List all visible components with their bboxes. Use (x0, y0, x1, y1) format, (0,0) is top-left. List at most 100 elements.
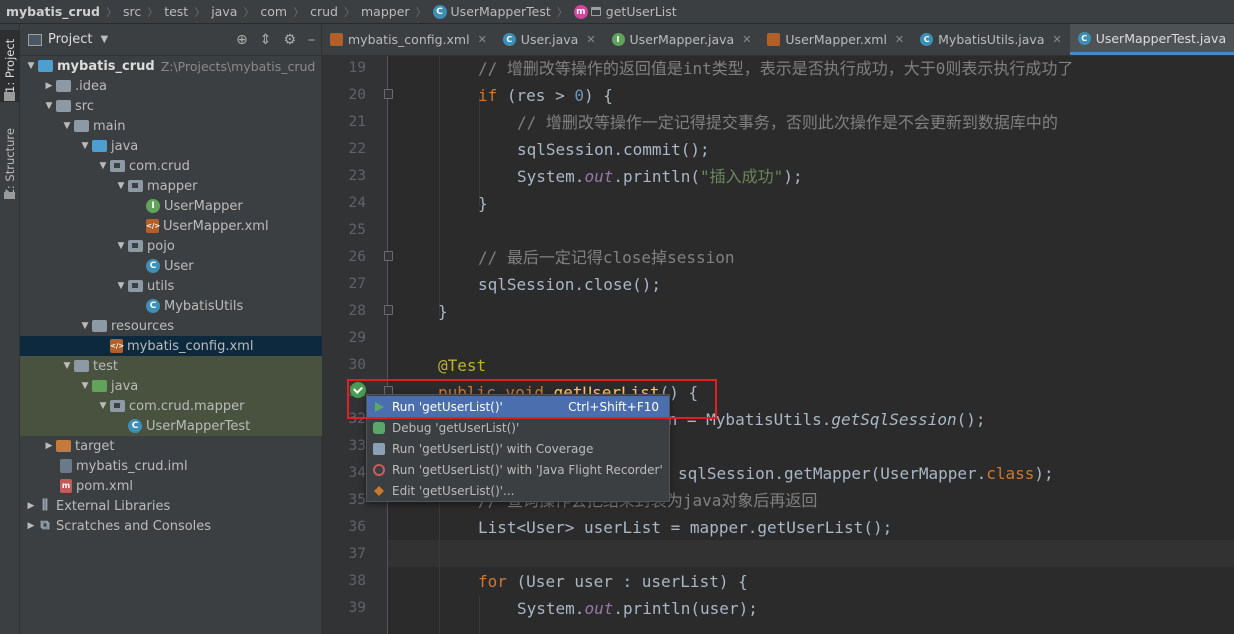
tab-mybatis-config[interactable]: mybatis_config.xml ✕ (322, 24, 495, 55)
project-panel-header: Project ▼ ⊕ ⇕ ⚙ – (20, 24, 321, 56)
close-icon[interactable]: ✕ (478, 33, 487, 46)
tab-mybatisutils-java[interactable]: C MybatisUtils.java ✕ (912, 24, 1070, 55)
tree-item-mybatisutils[interactable]: C MybatisUtils (20, 296, 322, 316)
tree-item-usermapper-xml[interactable]: </> UserMapper.xml (20, 216, 322, 236)
tree-item-project-root[interactable]: ▼ mybatis_crud Z:\Projects\mybatis_crud (20, 56, 322, 76)
fold-marker[interactable] (384, 251, 393, 261)
code-line-28[interactable]: } (438, 298, 448, 325)
collapse-all-icon[interactable]: ⇕ (260, 32, 272, 48)
breadcrumb-java[interactable]: java (211, 4, 237, 19)
breadcrumb-com[interactable]: com (260, 4, 287, 19)
project-panel-title[interactable]: Project (48, 32, 92, 47)
chevron-down-icon[interactable]: ▼ (60, 121, 74, 131)
locate-icon[interactable]: ⊕ (236, 32, 248, 48)
chevron-right-icon[interactable]: ▶ (42, 441, 56, 451)
fold-marker[interactable] (384, 305, 393, 315)
chevron-right-icon[interactable]: ▶ (24, 521, 38, 531)
tree-item-main-java[interactable]: ▼ java (20, 136, 322, 156)
menu-item-edit[interactable]: Edit 'getUserList()'... (367, 480, 669, 501)
tab-label: UserMapperTest.java (1095, 30, 1227, 46)
code-line-20[interactable]: if (res > 0) { (478, 82, 613, 109)
code-line-24[interactable]: } (478, 190, 488, 217)
tree-item-test[interactable]: ▼ test (20, 356, 322, 376)
tree-item-external-libraries[interactable]: ▶ ⫼ External Libraries (20, 496, 322, 516)
chevron-down-icon[interactable]: ▼ (24, 61, 38, 71)
chevron-down-icon[interactable]: ▼ (60, 361, 74, 371)
chevron-down-icon[interactable]: ▼ (100, 34, 108, 45)
code-line-19[interactable]: // 增删改等操作的返回值是int类型，表示是否执行成功，大于0则表示执行成功了 (478, 55, 1073, 82)
hide-icon[interactable]: – (308, 32, 315, 48)
xml-file-icon (767, 33, 781, 46)
code-line-21[interactable]: // 增删改等操作一定记得提交事务，否则此次操作是不会更新到数据库中的 (517, 109, 1058, 136)
chevron-down-icon[interactable]: ▼ (78, 141, 92, 151)
tree-item-com-crud-mapper[interactable]: ▼ com.crud.mapper (20, 396, 322, 416)
tree-item-scratches[interactable]: ▶ ⧉ Scratches and Consoles (20, 516, 322, 536)
tree-item-iml[interactable]: mybatis_crud.iml (20, 456, 322, 476)
chevron-down-icon[interactable]: ▼ (78, 321, 92, 331)
chevron-down-icon[interactable]: ▼ (96, 161, 110, 171)
code-line-36[interactable]: List<User> userList = mapper.getUserList… (478, 514, 892, 541)
code-line-23[interactable]: System.out.println("插入成功"); (517, 163, 803, 190)
tree-item-utils[interactable]: ▼ utils (20, 276, 322, 296)
menu-item-run[interactable]: Run 'getUserList()' Ctrl+Shift+F10 (367, 396, 669, 417)
current-line-highlight (388, 540, 1234, 567)
code-line-22[interactable]: sqlSession.commit(); (517, 136, 710, 163)
chevron-down-icon[interactable]: ▼ (96, 401, 110, 411)
code-line-30[interactable]: @Test (438, 352, 486, 379)
breadcrumb-class[interactable]: UserMapperTest (451, 4, 551, 19)
gear-icon[interactable]: ⚙ (283, 32, 296, 48)
tree-item-usermapper[interactable]: I UserMapper (20, 196, 322, 216)
chevron-right-icon[interactable]: ▶ (24, 501, 38, 511)
code-line-39[interactable]: System.out.println(user); (517, 595, 758, 622)
tree-item-mapper[interactable]: ▼ mapper (20, 176, 322, 196)
menu-item-run-jfr[interactable]: Run 'getUserList()' with 'Java Flight Re… (367, 459, 669, 480)
tab-usermapper-java[interactable]: I UserMapper.java ✕ (604, 24, 760, 55)
breadcrumb-src[interactable]: src (123, 4, 141, 19)
tree-item-src[interactable]: ▼ src (20, 96, 322, 116)
code-line-34[interactable]: sqlSession.getMapper(UserMapper.class); (678, 460, 1054, 487)
fold-marker[interactable] (384, 89, 393, 99)
menu-item-run-coverage[interactable]: Run 'getUserList()' with Coverage (367, 438, 669, 459)
code-line-32[interactable]: on = MybatisUtils.getSqlSession(); (658, 406, 986, 433)
tree-item-pom[interactable]: m pom.xml (20, 476, 322, 496)
menu-item-debug[interactable]: Debug 'getUserList()' (367, 417, 669, 438)
close-icon[interactable]: ✕ (1052, 33, 1061, 46)
chevron-down-icon[interactable]: ▼ (114, 181, 128, 191)
left-tool-strip: 1: Project Z: Structure (0, 24, 20, 634)
breadcrumb-mapper[interactable]: mapper (361, 4, 410, 19)
run-test-gutter-icon[interactable] (350, 382, 366, 398)
tab-usermapper-xml[interactable]: UserMapper.xml ✕ (759, 24, 912, 55)
code-line-26[interactable]: // 最后一定记得close掉session (478, 244, 735, 271)
chevron-down-icon[interactable]: ▼ (42, 101, 56, 111)
tab-usermappertest-java[interactable]: CUserMapperTest.java✕ (1069, 24, 1234, 55)
code-editor[interactable]: 1920212223242526272829303132333435363738… (322, 56, 1234, 634)
tree-item-usermappertest[interactable]: C UserMapperTest (20, 416, 322, 436)
tree-item-user[interactable]: C User (20, 256, 322, 276)
close-icon[interactable]: ✕ (895, 33, 904, 46)
tree-item-idea[interactable]: ▶ .idea (20, 76, 322, 96)
tree-item-mybatis-config[interactable]: </> mybatis_config.xml (20, 336, 322, 356)
tree-item-com-crud[interactable]: ▼ com.crud (20, 156, 322, 176)
breadcrumb-test[interactable]: test (164, 4, 188, 19)
tree-item-main[interactable]: ▼ main (20, 116, 322, 136)
chevron-down-icon[interactable]: ▼ (114, 281, 128, 291)
tree-item-target[interactable]: ▶ target (20, 436, 322, 456)
close-icon[interactable]: ✕ (742, 33, 751, 46)
chevron-down-icon[interactable]: ▼ (78, 381, 92, 391)
code-line-38[interactable]: for (User user : userList) { (478, 568, 748, 595)
tree-item-label: main (93, 118, 126, 134)
code-line-27[interactable]: sqlSession.close(); (478, 271, 661, 298)
code-text: .println( (613, 167, 701, 186)
tree-item-resources[interactable]: ▼ resources (20, 316, 322, 336)
breadcrumb-method[interactable]: getUserList (606, 4, 677, 19)
xml-file-icon: </> (146, 219, 160, 233)
tree-item-pojo[interactable]: ▼ pojo (20, 236, 322, 256)
chevron-down-icon[interactable]: ▼ (114, 241, 128, 251)
close-icon[interactable]: ✕ (586, 33, 595, 46)
breadcrumb-project[interactable]: mybatis_crud (6, 4, 100, 19)
tab-user-java[interactable]: C User.java ✕ (495, 24, 604, 55)
tree-item-test-java[interactable]: ▼ java (20, 376, 322, 396)
chevron-right-icon[interactable]: ▶ (42, 81, 56, 91)
code-text: } (478, 194, 488, 213)
breadcrumb-crud[interactable]: crud (310, 4, 338, 19)
